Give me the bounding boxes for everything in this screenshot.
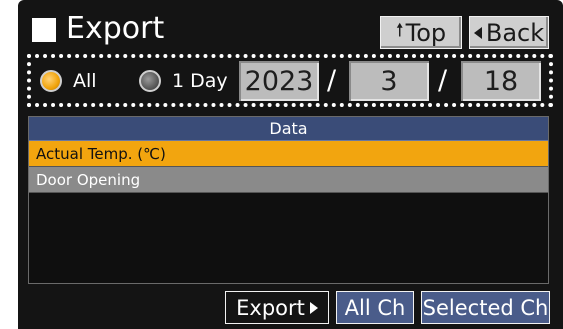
- data-list-header: Data: [29, 117, 548, 141]
- date-separator: /: [438, 65, 448, 96]
- date-separator: /: [327, 65, 337, 96]
- radio-one-day[interactable]: [139, 70, 161, 92]
- top-button-label: Top: [405, 18, 447, 47]
- export-button[interactable]: Export: [225, 291, 329, 324]
- date-selector: All 1 Day 2023 / 3 / 18: [27, 54, 553, 107]
- year-field[interactable]: 2023: [239, 61, 319, 101]
- top-button[interactable]: 🠕 Top: [380, 16, 462, 49]
- export-button-label: Export: [236, 295, 305, 320]
- title-square-icon: [32, 18, 56, 42]
- page-title: Export: [66, 11, 165, 46]
- month-field[interactable]: 3: [349, 61, 429, 101]
- triangle-right-icon: [309, 301, 318, 314]
- data-list: Data Actual Temp. (℃) Door Opening: [28, 116, 549, 284]
- triangle-left-icon: [473, 26, 482, 39]
- radio-all[interactable]: [40, 70, 62, 92]
- all-ch-button[interactable]: All Ch: [336, 291, 414, 324]
- day-field[interactable]: 18: [461, 61, 541, 101]
- arrow-up-icon: 🠕: [395, 19, 404, 41]
- radio-all-label[interactable]: All: [73, 68, 97, 94]
- back-button[interactable]: Back: [469, 16, 549, 49]
- radio-one-day-label[interactable]: 1 Day: [172, 68, 228, 94]
- list-item-actual-temp[interactable]: Actual Temp. (℃): [29, 141, 548, 167]
- selected-ch-button[interactable]: Selected Ch: [421, 291, 550, 324]
- list-item-door-opening[interactable]: Door Opening: [29, 167, 548, 193]
- back-button-label: Back: [485, 18, 545, 47]
- export-screen: Export 🠕 Top Back All 1 Day 2023 / 3 / 1…: [18, 0, 563, 329]
